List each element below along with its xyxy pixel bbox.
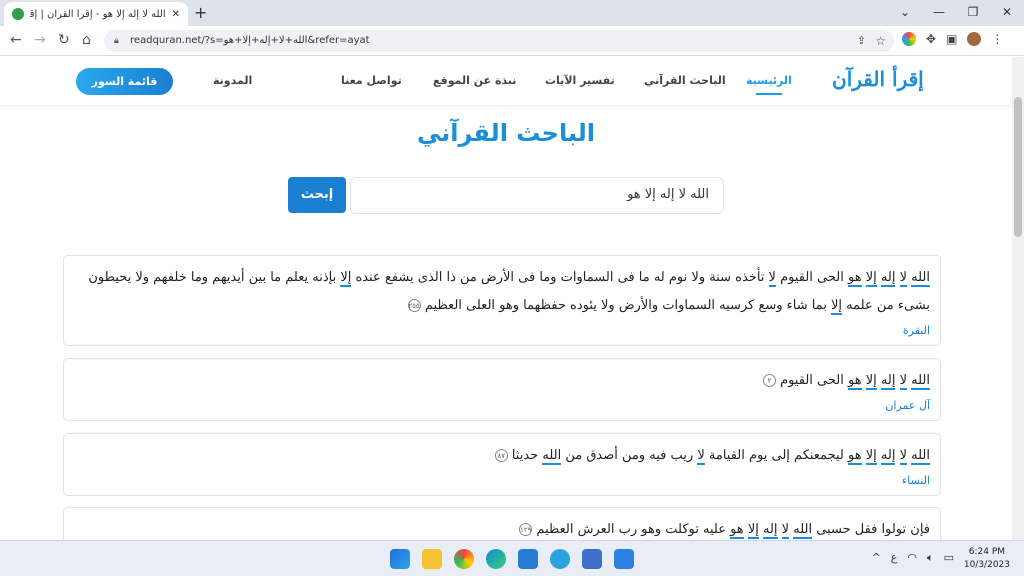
tray-overflow-icon[interactable]: ^: [872, 551, 881, 565]
page-scrollbar[interactable]: [1012, 57, 1024, 540]
minimize-button[interactable]: —: [922, 0, 956, 26]
back-icon[interactable]: ←: [10, 32, 22, 48]
site-header: إقرأ القرآن الرئيسية الباحث القرآني تفسي…: [0, 57, 1012, 105]
share-icon[interactable]: ⇪: [857, 30, 866, 52]
page-title: الباحث القرآني: [416, 119, 596, 147]
volume-icon[interactable]: 🔈︎: [927, 551, 934, 565]
result-card[interactable]: فإن تولوا فقل حسبى الله لا إله إلا هو عل…: [63, 507, 941, 540]
verse-text: فإن تولوا فقل حسبى الله لا إله إلا هو عل…: [519, 522, 930, 539]
input-language[interactable]: ع: [891, 551, 898, 565]
result-card[interactable]: الله لا إله إلا هو الحى القيوم لا تأخذه …: [63, 255, 941, 346]
clock-date: 10/3/2023: [963, 560, 1010, 570]
tab-title: الله لا إله إلا هو - إقرأ القرآن | إقرأ …: [30, 8, 166, 20]
address-toolbar: ← → ↻ ⌂ 🔒︎ readquran.net/?s=الله+لا+إله+…: [0, 26, 1024, 56]
surah-list-button[interactable]: قائمة السور: [76, 68, 173, 95]
web-page: إقرأ القرآن الرئيسية الباحث القرآني تفسي…: [0, 57, 1012, 540]
nav-contact[interactable]: تواصل معنا: [341, 74, 402, 87]
result-card[interactable]: الله لا إله إلا هو ليجمعنكم إلى يوم القي…: [63, 433, 941, 496]
forward-icon[interactable]: →: [34, 32, 46, 48]
surah-link[interactable]: النساء: [74, 474, 930, 487]
nav-quran-search[interactable]: الباحث القرآني: [644, 74, 726, 87]
close-window-button[interactable]: ✕: [990, 0, 1024, 26]
home-icon[interactable]: ⌂: [82, 32, 91, 48]
lock-icon[interactable]: 🔒︎: [114, 30, 119, 52]
bookmark-star-icon[interactable]: ☆: [875, 30, 886, 52]
new-tab-button[interactable]: +: [194, 3, 207, 22]
windows-taskbar: ^ ع ◠ 🔈︎ ▭ 6:24 PM 10/3/2023: [0, 540, 1024, 576]
nav-about[interactable]: نبذة عن الموقع: [433, 74, 516, 87]
verse-number: ٢٥٥: [407, 299, 421, 312]
site-logo[interactable]: إقرأ القرآن: [832, 67, 924, 91]
tab-strip: الله لا إله إلا هو - إقرأ القرآن | إقرأ …: [0, 0, 1024, 26]
nav-tafsir[interactable]: تفسير الآيات: [545, 74, 615, 87]
verse-text: الله لا إله إلا هو الحى القيوم ٢: [74, 367, 930, 395]
verse-number: ٨٧: [494, 449, 508, 462]
scrollbar-thumb[interactable]: [1014, 97, 1022, 237]
system-tray: ^ ع ◠ 🔈︎ ▭: [872, 551, 954, 565]
url-text: readquran.net/?s=الله+لا+إله+إلا+هو&refe…: [130, 35, 370, 46]
menu-kebab-icon[interactable]: ⋮: [991, 32, 1003, 46]
verse-text: الله لا إله إلا هو الحى القيوم لا تأخذه …: [88, 270, 930, 315]
search-button[interactable]: إبحث: [288, 177, 346, 213]
tab-close-icon[interactable]: ✕: [172, 9, 180, 20]
store-icon[interactable]: [582, 549, 602, 569]
wifi-icon[interactable]: ◠: [907, 551, 917, 565]
window-controls: ⌄ — ❐ ✕: [888, 0, 1024, 26]
chrome-icon[interactable]: [454, 549, 474, 569]
surah-link[interactable]: آل عمران: [74, 399, 930, 412]
url-bar[interactable]: 🔒︎ readquran.net/?s=الله+لا+إله+إلا+هو&r…: [104, 30, 894, 52]
search-input[interactable]: الله لا إله إلا هو: [350, 177, 724, 214]
nav-home[interactable]: الرئيسية: [746, 74, 792, 95]
extensions-area: ✥ ▣ ⋮: [902, 32, 1003, 46]
reload-icon[interactable]: ↻: [58, 32, 70, 48]
extension-icon[interactable]: [902, 32, 916, 46]
result-card[interactable]: الله لا إله إلا هو الحى القيوم ٢ آل عمران: [63, 358, 941, 421]
edge-icon[interactable]: [486, 549, 506, 569]
clock-time: 6:24 PM: [968, 547, 1006, 557]
verse-number: ١٢٩: [519, 523, 533, 536]
start-icon[interactable]: [390, 549, 410, 569]
site-favicon-icon: [12, 8, 24, 20]
file-explorer-icon[interactable]: [422, 549, 442, 569]
puzzle-icon[interactable]: ✥: [926, 32, 936, 46]
verse-number: ٢: [762, 374, 776, 387]
tab-search-button[interactable]: ⌄: [888, 0, 922, 26]
taskbar-apps: [390, 549, 634, 569]
sidepanel-icon[interactable]: ▣: [946, 32, 957, 46]
restore-button[interactable]: ❐: [956, 0, 990, 26]
clock[interactable]: 6:24 PM 10/3/2023: [964, 546, 1010, 572]
surah-link[interactable]: البقرة: [74, 324, 930, 337]
todo-icon[interactable]: [614, 549, 634, 569]
battery-icon[interactable]: ▭: [944, 551, 954, 565]
browser-tab[interactable]: الله لا إله إلا هو - إقرأ القرآن | إقرأ …: [4, 2, 188, 26]
vscode-icon[interactable]: [518, 549, 538, 569]
verse-text: الله لا إله إلا هو ليجمعنكم إلى يوم القي…: [74, 442, 930, 470]
profile-avatar[interactable]: [967, 32, 982, 46]
nav-blog[interactable]: المدونة: [213, 74, 252, 87]
telegram-icon[interactable]: [550, 549, 570, 569]
